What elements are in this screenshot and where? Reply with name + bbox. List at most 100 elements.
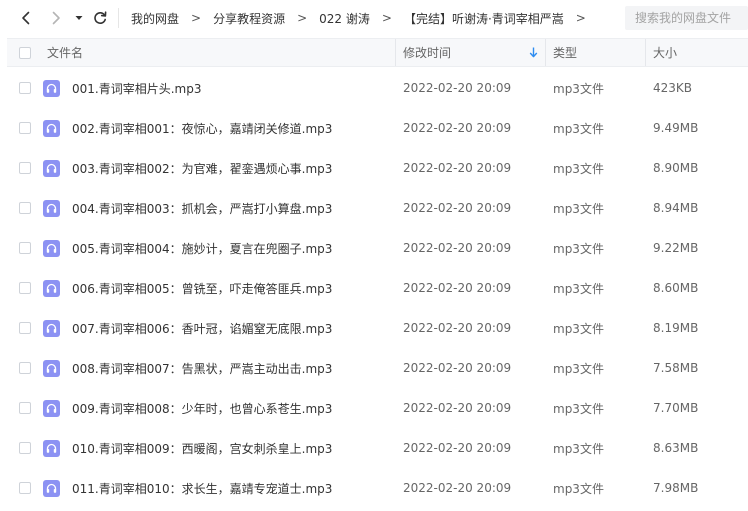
- file-type: mp3文件: [553, 401, 604, 416]
- breadcrumb-item-share[interactable]: 分享教程资源: [205, 10, 293, 27]
- file-icon-cell: [43, 268, 60, 308]
- file-row[interactable]: 002.青词宰相001：夜惊心，嘉靖闭关修道.mp3 2022-02-20 20…: [7, 108, 748, 148]
- headphones-icon: [46, 283, 57, 293]
- file-icon-cell: [43, 388, 60, 428]
- file-modified-time: 2022-02-20 20:09: [403, 161, 512, 175]
- file-size: 7.98MB: [653, 481, 699, 495]
- column-header-type[interactable]: 类型: [553, 39, 577, 66]
- file-row[interactable]: 006.青词宰相005：曾铣至，吓走俺答匪兵.mp3 2022-02-20 20…: [7, 268, 748, 308]
- select-all-checkbox[interactable]: [19, 46, 31, 59]
- breadcrumb-separator: >: [575, 11, 586, 25]
- file-icon-cell: [43, 468, 60, 508]
- file-name[interactable]: 002.青词宰相001：夜惊心，嘉靖闭关修道.mp3: [72, 108, 332, 148]
- file-name[interactable]: 001.青词宰相片头.mp3: [72, 68, 201, 108]
- row-checkbox[interactable]: [19, 482, 31, 494]
- headphones-icon: [46, 443, 57, 453]
- row-checkbox[interactable]: [19, 322, 31, 334]
- file-name[interactable]: 011.青词宰相010：求长生，嘉靖专宠道士.mp3: [72, 468, 332, 508]
- file-name[interactable]: 008.青词宰相007：告黑状，严嵩主动出击.mp3: [72, 348, 332, 388]
- column-header-name[interactable]: 文件名: [47, 39, 83, 66]
- row-checkbox-cell: [19, 468, 31, 508]
- file-modified-time: 2022-02-20 20:09: [403, 241, 512, 255]
- file-type: mp3文件: [553, 201, 604, 216]
- row-checkbox-cell: [19, 148, 31, 188]
- column-header-modified[interactable]: 修改时间: [403, 39, 451, 66]
- row-checkbox-cell: [19, 428, 31, 468]
- file-name[interactable]: 004.青词宰相003：抓机会，严嵩打小算盘.mp3: [72, 188, 332, 228]
- history-dropdown-icon: [75, 16, 83, 20]
- file-name[interactable]: 009.青词宰相008：少年时，也曾心系苍生.mp3: [72, 388, 332, 428]
- row-checkbox[interactable]: [19, 162, 31, 174]
- row-checkbox[interactable]: [19, 82, 31, 94]
- audio-file-icon: [43, 319, 60, 337]
- file-name[interactable]: 010.青词宰相009：西暖阁，宫女刺杀皇上.mp3: [72, 428, 332, 468]
- sort-indicator[interactable]: [529, 39, 538, 66]
- column-divider: [395, 39, 396, 66]
- file-icon-cell: [43, 308, 60, 348]
- row-checkbox[interactable]: [19, 402, 31, 414]
- row-checkbox[interactable]: [19, 282, 31, 294]
- file-name[interactable]: 005.青词宰相004：施妙计，夏言在兜圈子.mp3: [72, 228, 332, 268]
- file-row[interactable]: 007.青词宰相006：香叶冠，谄媚窒无底限.mp3 2022-02-20 20…: [7, 308, 748, 348]
- back-icon: [22, 11, 30, 25]
- headphones-icon: [46, 203, 57, 213]
- row-checkbox[interactable]: [19, 122, 31, 134]
- row-checkbox-cell: [19, 348, 31, 388]
- file-row[interactable]: 011.青词宰相010：求长生，嘉靖专宠道士.mp3 2022-02-20 20…: [7, 468, 748, 508]
- file-type: mp3文件: [553, 281, 604, 296]
- file-type: mp3文件: [553, 321, 604, 336]
- forward-button[interactable]: [46, 6, 66, 30]
- row-checkbox-cell: [19, 188, 31, 228]
- file-name[interactable]: 003.青词宰相002：为官难，翟銮遇烦心事.mp3: [72, 148, 332, 188]
- file-name[interactable]: 007.青词宰相006：香叶冠，谄媚窒无底限.mp3: [72, 308, 332, 348]
- file-name[interactable]: 006.青词宰相005：曾铣至，吓走俺答匪兵.mp3: [72, 268, 332, 308]
- file-row[interactable]: 003.青词宰相002：为官难，翟銮遇烦心事.mp3 2022-02-20 20…: [7, 148, 748, 188]
- breadcrumb-item-author[interactable]: 022 谢涛: [311, 10, 378, 27]
- breadcrumb-item-current[interactable]: 【完结】听谢涛·青词宰相严嵩: [396, 10, 572, 27]
- audio-file-icon: [43, 199, 60, 217]
- breadcrumb-separator: >: [297, 11, 308, 25]
- audio-file-icon: [43, 399, 60, 417]
- column-header-size[interactable]: 大小: [653, 39, 677, 66]
- audio-file-icon: [43, 359, 60, 377]
- history-dropdown-button[interactable]: [72, 6, 86, 30]
- file-row[interactable]: 009.青词宰相008：少年时，也曾心系苍生.mp3 2022-02-20 20…: [7, 388, 748, 428]
- row-checkbox[interactable]: [19, 362, 31, 374]
- file-icon-cell: [43, 68, 60, 108]
- search-input[interactable]: [625, 6, 748, 30]
- file-modified-time: 2022-02-20 20:09: [403, 361, 512, 375]
- breadcrumb-separator: >: [191, 11, 202, 25]
- file-type: mp3文件: [553, 81, 604, 96]
- file-row[interactable]: 005.青词宰相004：施妙计，夏言在兜圈子.mp3 2022-02-20 20…: [7, 228, 748, 268]
- audio-file-icon: [43, 279, 60, 297]
- row-checkbox-cell: [19, 228, 31, 268]
- row-checkbox[interactable]: [19, 242, 31, 254]
- row-checkbox[interactable]: [19, 442, 31, 454]
- refresh-icon: [94, 11, 107, 24]
- file-row[interactable]: 004.青词宰相003：抓机会，严嵩打小算盘.mp3 2022-02-20 20…: [7, 188, 748, 228]
- headphones-icon: [46, 403, 57, 413]
- select-all-cell: [19, 39, 31, 66]
- sort-down-icon: [529, 47, 538, 58]
- navigation-bar: 我的网盘 > 分享教程资源 > 022 谢涛 > 【完结】听谢涛·青词宰相严嵩 …: [0, 0, 748, 36]
- row-checkbox-cell: [19, 108, 31, 148]
- row-checkbox[interactable]: [19, 202, 31, 214]
- column-divider: [645, 39, 646, 66]
- file-size: 423KB: [653, 81, 693, 95]
- headphones-icon: [46, 323, 57, 333]
- file-modified-time: 2022-02-20 20:09: [403, 121, 512, 135]
- audio-file-icon: [43, 439, 60, 457]
- file-size: 9.49MB: [653, 121, 699, 135]
- file-type: mp3文件: [553, 441, 604, 456]
- toolbar-divider: [118, 8, 119, 28]
- breadcrumb-item-root[interactable]: 我的网盘: [123, 10, 187, 27]
- file-size: 8.60MB: [653, 281, 699, 295]
- back-button[interactable]: [16, 6, 36, 30]
- file-modified-time: 2022-02-20 20:09: [403, 481, 512, 495]
- refresh-button[interactable]: [89, 6, 111, 30]
- row-checkbox-cell: [19, 268, 31, 308]
- file-row[interactable]: 010.青词宰相009：西暖阁，宫女刺杀皇上.mp3 2022-02-20 20…: [7, 428, 748, 468]
- breadcrumb-separator: >: [381, 11, 392, 25]
- file-row[interactable]: 008.青词宰相007：告黑状，严嵩主动出击.mp3 2022-02-20 20…: [7, 348, 748, 388]
- file-row[interactable]: 001.青词宰相片头.mp3 2022-02-20 20:09 mp3文件 42…: [7, 68, 748, 108]
